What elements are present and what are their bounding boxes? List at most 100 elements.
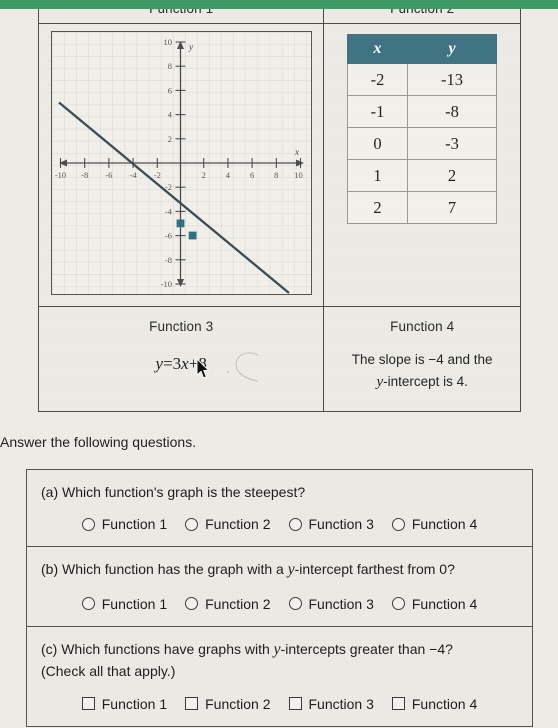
function3-equation: y=3x+8 <box>156 354 207 373</box>
question-a-options: Function 1 Function 2 Function 3 Functio… <box>41 516 518 532</box>
question-b-option-function3[interactable]: Function 3 <box>280 596 383 612</box>
svg-text:-6: -6 <box>165 231 172 241</box>
question-b-label-italic: y <box>287 561 295 579</box>
checkbox-icon[interactable] <box>185 697 199 711</box>
question-c-option-function2[interactable]: Function 2 <box>176 696 279 712</box>
function3-cell: Function 3 y=3x+8 <box>37 305 325 413</box>
xy-header-row: x y <box>347 34 498 64</box>
question-c-option-function3[interactable]: Function 3 <box>280 696 383 712</box>
question-a-option-function3[interactable]: Function 3 <box>280 516 383 532</box>
question-c-label-post: -intercepts greater than −4? <box>280 640 453 657</box>
table-row: -2 -13 <box>347 63 498 96</box>
xy-header-x: x <box>347 34 408 64</box>
graph-wrapper: -10 -8 -6 -4 -2 2 4 6 8 10 10 8 6 4 2 -2… <box>40 25 322 305</box>
radio-icon[interactable] <box>81 517 95 531</box>
option-label: Function 4 <box>411 516 478 533</box>
question-c-options: Function 1 Function 2 Function 3 Functio… <box>41 696 518 712</box>
question-c-label-italic: y <box>273 640 281 658</box>
question-c: (c) Which functions have graphs with y-i… <box>27 627 532 726</box>
option-label: Function 1 <box>101 695 168 712</box>
option-label: Function 1 <box>101 516 168 533</box>
question-c-option-function1[interactable]: Function 1 <box>73 696 176 712</box>
function4-title: Function 4 <box>390 319 455 334</box>
function1-graph-cell: -10 -8 -6 -4 -2 2 4 6 8 10 10 8 6 4 2 -2… <box>37 23 325 307</box>
function-content-row: -10 -8 -6 -4 -2 2 4 6 8 10 10 8 6 4 2 -2… <box>37 23 521 307</box>
top-green-bar <box>0 0 558 9</box>
questions-container: (a) Which function's graph is the steepe… <box>26 469 533 727</box>
option-label: Function 3 <box>308 695 374 712</box>
svg-text:10: 10 <box>294 170 303 180</box>
table-row: -1 -8 <box>347 95 498 128</box>
svg-text:x: x <box>294 147 299 157</box>
xy-cell-y: -3 <box>406 127 498 160</box>
checkbox-icon[interactable] <box>81 697 95 711</box>
option-label: Function 2 <box>205 695 271 712</box>
question-a-label: (a) Which function's graph is the steepe… <box>41 484 306 500</box>
xy-cell-x: -1 <box>347 95 408 128</box>
question-a-option-function2[interactable]: Function 2 <box>176 516 279 532</box>
radio-icon[interactable] <box>185 517 199 531</box>
table-row: 0 -3 <box>347 127 498 160</box>
option-label: Function 3 <box>308 516 374 533</box>
svg-text:-10: -10 <box>160 279 171 289</box>
checkbox-icon[interactable] <box>391 697 405 711</box>
eq-lhs: y <box>155 354 164 373</box>
eq-coefficient: 3 <box>172 354 182 373</box>
xy-cell-y: 7 <box>406 191 498 224</box>
question-a: (a) Which function's graph is the steepe… <box>27 470 532 548</box>
question-b-label: (b) Which function has the graph with a … <box>41 559 518 581</box>
svg-text:8: 8 <box>274 170 278 180</box>
function3-equation-body: y=3x+8 <box>40 340 322 394</box>
svg-text:4: 4 <box>225 170 230 180</box>
svg-text:-2: -2 <box>153 170 160 180</box>
answer-lead-text: Answer the following questions. <box>0 434 197 450</box>
question-c-label-pre: (c) Which functions have graphs with <box>41 640 274 657</box>
xy-value-table: x y -2 -13 -1 -8 0 -3 1 2 2 7 <box>347 34 498 224</box>
xy-header-y: y <box>406 34 498 64</box>
radio-icon[interactable] <box>391 597 405 611</box>
eq-constant: 8 <box>198 354 207 373</box>
option-label: Function 4 <box>411 695 478 712</box>
svg-text:6: 6 <box>167 85 171 95</box>
question-b-option-function4[interactable]: Function 4 <box>383 596 486 612</box>
function3-title: Function 3 <box>149 319 214 334</box>
xy-cell-x: -2 <box>347 63 408 96</box>
graph-point-marker <box>188 231 197 240</box>
svg-text:-8: -8 <box>81 170 88 180</box>
question-b-option-function1[interactable]: Function 1 <box>73 596 176 612</box>
xy-cell-y: 2 <box>406 159 498 192</box>
svg-text:8: 8 <box>167 61 171 71</box>
xy-cell-y: -8 <box>406 95 498 128</box>
radio-icon[interactable] <box>185 597 199 611</box>
coordinate-graph: -10 -8 -6 -4 -2 2 4 6 8 10 10 8 6 4 2 -2… <box>50 31 312 295</box>
radio-icon[interactable] <box>391 517 405 531</box>
coordinate-graph-svg: -10 -8 -6 -4 -2 2 4 6 8 10 10 8 6 4 2 -2… <box>51 32 311 294</box>
radio-icon[interactable] <box>81 597 95 611</box>
svg-text:-6: -6 <box>105 170 112 180</box>
xy-cell-x: 2 <box>347 191 408 224</box>
question-a-option-function4[interactable]: Function 4 <box>383 516 486 532</box>
checkbox-icon[interactable] <box>288 697 302 711</box>
svg-text:-10: -10 <box>55 170 66 180</box>
xy-table-wrapper: x y -2 -13 -1 -8 0 -3 1 2 2 7 <box>325 25 519 234</box>
graph-point-marker <box>176 219 185 228</box>
question-a-option-function1[interactable]: Function 1 <box>73 516 176 532</box>
question-b-label-pre: (b) Which function has the graph with a <box>41 561 288 578</box>
eq-variable: x <box>181 354 189 373</box>
svg-text:-4: -4 <box>165 206 173 216</box>
svg-text:-4: -4 <box>129 170 137 180</box>
function4-desc-part1: The slope is −4 and the <box>351 352 493 367</box>
eq-equals: = <box>163 354 173 373</box>
svg-text:2: 2 <box>167 134 171 144</box>
table-row: 1 2 <box>347 159 498 192</box>
eq-plus: + <box>188 354 199 373</box>
question-b-option-function2[interactable]: Function 2 <box>176 596 279 612</box>
radio-icon[interactable] <box>288 517 302 531</box>
xy-cell-x: 0 <box>347 127 408 160</box>
option-label: Function 4 <box>411 595 478 612</box>
question-c-option-function4[interactable]: Function 4 <box>383 696 486 712</box>
function34-row: Function 3 y=3x+8 Function 4 The slope i… <box>37 305 521 413</box>
question-b: (b) Which function has the graph with a … <box>27 547 532 627</box>
radio-icon[interactable] <box>288 597 302 611</box>
question-c-label: (c) Which functions have graphs with y-i… <box>41 639 518 661</box>
